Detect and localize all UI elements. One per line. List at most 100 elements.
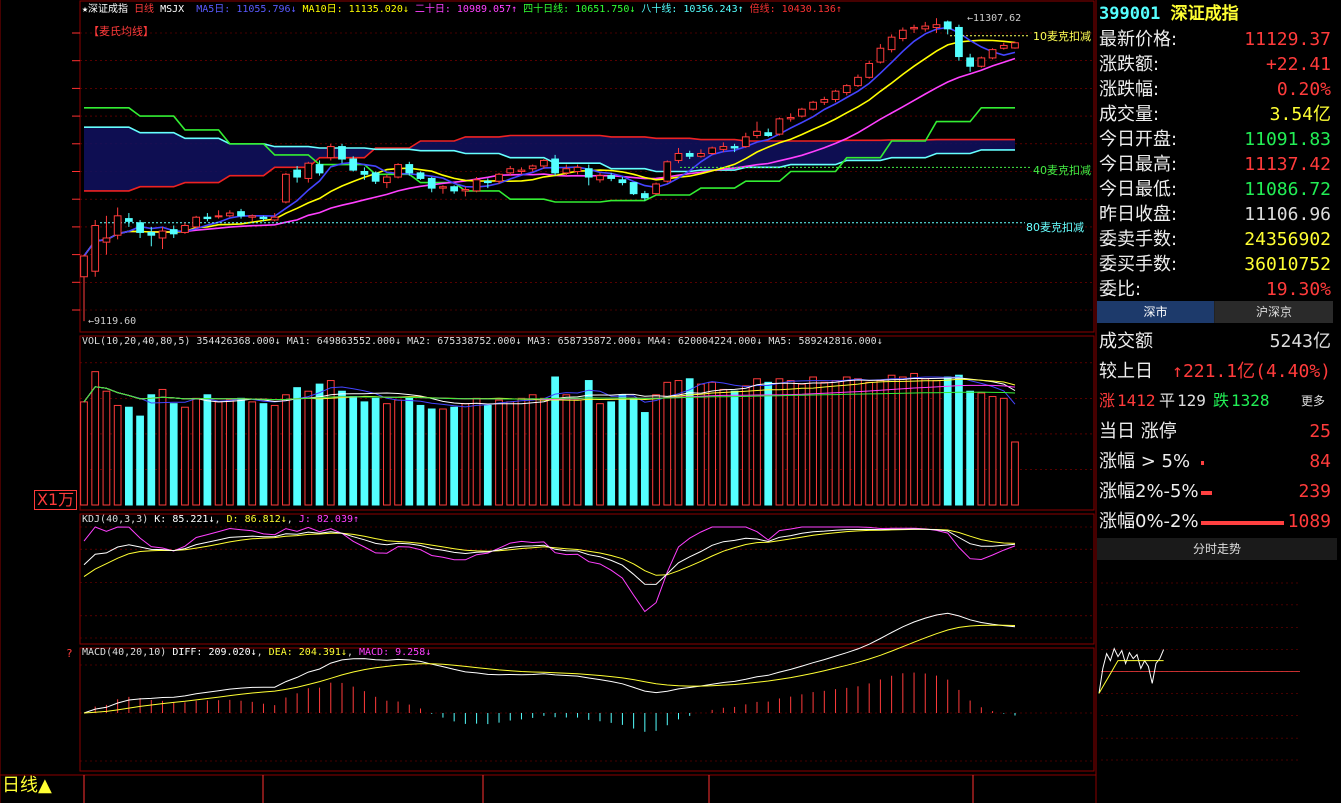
kdj-j-line [83,526,1016,613]
candle-body [158,230,167,239]
quote-value: 11137.42 [1244,154,1331,175]
candle-body [551,158,559,174]
candle-body [506,168,515,174]
candle-body [584,168,593,178]
volume-bar [270,404,279,506]
volume-bar [91,371,100,506]
chart-indicator: MSJX [160,4,185,15]
volume-bar [338,390,346,506]
volume-bar [775,378,784,506]
candle-body [932,24,941,28]
volume-bar [147,394,156,506]
quote-value: 11086.72 [1244,179,1331,200]
macd-question[interactable]: ? [66,648,73,659]
candle-body [270,216,279,221]
period-selector[interactable]: 日线▲ [2,777,52,795]
candle-body [427,177,436,189]
ma-legend-item: 倍线: 10430.136↑ [749,4,842,15]
quote-key: 涨跌额: [1099,54,1160,75]
candle-body [248,215,257,218]
quote-value: 3.54亿 [1269,104,1331,125]
ma-legend-item: MA10日: 11135.020↓ [302,4,409,15]
volume-bar [551,376,559,506]
candle-body [102,237,111,243]
volume-bar [865,381,874,506]
candle-body [1011,42,1019,49]
volume-bar [730,390,739,506]
volume-bar [80,401,88,506]
kdj-header: KDJ(40,3,3) K: 85.221↓, D: 86.812↓, J: 8… [82,514,360,525]
candle-body [147,231,156,236]
quote-value: 11129.37 [1244,29,1331,50]
candle-body [495,173,503,182]
volume-bar [483,404,492,506]
candle-body [831,90,840,100]
quote-value: 24356902 [1244,229,1331,250]
volume-bar [831,380,840,506]
volume-bar [629,397,638,506]
volume-unit: X1万 [34,490,78,510]
kdj-k-line [83,528,1016,585]
kdj-d-line [83,528,1016,578]
candle-body [898,29,907,40]
volume-bar [898,376,907,506]
candle-body [618,179,627,184]
candle-body [237,211,245,217]
indicator-badge: 【麦氏均线】 [88,25,154,38]
volume-bar [663,381,672,506]
tab-sz[interactable]: 深市 [1097,301,1214,323]
candle-body [349,158,358,171]
volume-bar [192,397,201,506]
deduct-40-label: 40麦克扣减 [1033,164,1091,177]
ma-legend-item: 四十日线: 10651.750↓ [523,4,636,15]
quote-panel: 399001 深证成指 最新价格: 11129.37 涨跌额: +22.41 涨跌幅: 0… [1097,0,1341,803]
candle-body [607,175,616,179]
volume-bar [259,403,268,506]
candle-body [876,47,885,63]
candle-body [809,101,817,110]
volume-bar [798,383,806,506]
volume-bar [809,376,817,506]
volume-bar [360,401,369,506]
tab-all[interactable]: 沪深京 [1215,301,1333,323]
volume-bar [158,388,167,506]
candle-body [629,182,638,195]
volume-bar [304,390,313,506]
volume-bar [517,397,526,506]
volume-bar [495,399,503,506]
deduct-10-label: 10麦克扣减 [1033,30,1091,43]
candle-body [394,164,402,178]
candle-body [91,225,100,272]
quote-key: 最新价格: [1099,29,1178,50]
range1-bar [1201,461,1204,465]
ma-legend: MA5日: 11055.796↓ MA10日: 11135.020↓ 二十日: 10… [190,4,842,15]
range2-bar [1201,491,1212,495]
volume-bar [943,376,952,506]
macd-dea-line [83,624,1016,714]
intraday-title[interactable]: 分时走势 [1097,538,1337,560]
volume-bar [371,397,380,506]
candle-body [125,218,133,222]
volume-bar [102,390,111,506]
more-link[interactable]: 更多 [1301,395,1325,407]
candle-body [304,162,313,179]
volume-bar [125,406,133,506]
range3-bar [1201,521,1284,525]
ma-legend-item: MA5日: 11055.796↓ [196,4,297,15]
candle-body [416,172,425,179]
volume-bar [764,381,773,506]
quote-value: 19.30% [1265,279,1331,300]
volume-bar [416,404,425,506]
volume-bar [573,399,582,506]
candle-body [169,229,178,235]
macd-header: MACD(40,20,10) DIFF: 209.020↓, DEA: 204.… [82,647,432,658]
candle-body [461,189,470,192]
volume-bar [136,415,144,506]
volume-bar [640,412,649,506]
candle-body [315,164,324,174]
volume-bar [214,401,223,506]
volume-bar [113,404,122,506]
volume-bar [708,381,717,506]
volume-bar [282,394,290,506]
quote-value: 11106.96 [1244,204,1331,225]
